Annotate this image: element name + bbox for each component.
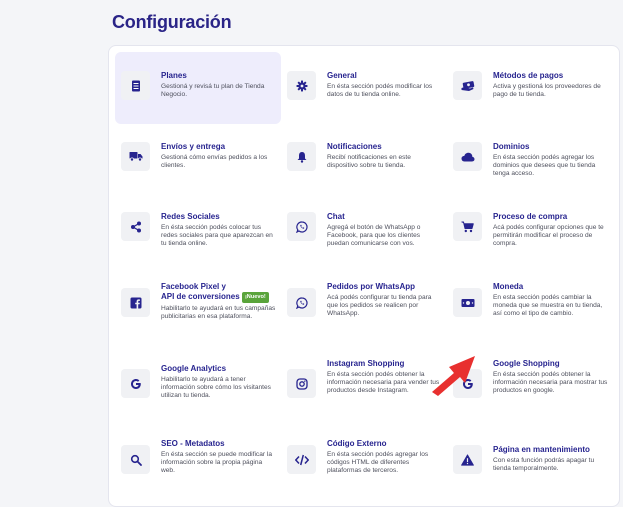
card-title: General xyxy=(327,71,357,80)
card-description: Habilitarlo te ayudará a tener informaci… xyxy=(161,375,271,399)
card-title: Moneda xyxy=(493,282,524,291)
card-description: En ésta sección podés colocar tus redes … xyxy=(161,223,273,247)
card-title: Chat xyxy=(327,212,345,221)
settings-card-notificaciones[interactable]: Notificaciones Recibí notificaciones en … xyxy=(281,123,447,195)
settings-card-pedidos-por-whatsapp[interactable]: Pedidos por WhatsApp Acá podés configura… xyxy=(281,263,447,335)
card-title: Proceso de compra xyxy=(493,212,568,221)
settings-card-general[interactable]: General En ésta sección podés modificar … xyxy=(281,52,447,124)
annotation-arrow-icon xyxy=(432,356,475,396)
settings-card-facebook-pixel[interactable]: Facebook Pixel y API de conversiones ¡Nu… xyxy=(115,263,281,335)
card-description: En ésta sección podés agregar los domini… xyxy=(493,153,596,177)
gear-icon xyxy=(287,71,316,100)
card-description: Acá podés configurar tu tienda para que … xyxy=(327,293,432,317)
card-title: Código Externo xyxy=(327,439,387,448)
card-description: En ésta sección podés agregar los código… xyxy=(327,450,429,474)
settings-card-codigo-externo[interactable]: Código Externo En ésta sección podés agr… xyxy=(281,420,447,492)
banknote-icon xyxy=(453,288,482,317)
card-title: Planes xyxy=(161,71,187,80)
card-description: Gestioná cómo envías pedidos a los clien… xyxy=(161,153,268,169)
settings-card-proceso-de-compra[interactable]: Proceso de compra Acá podés configurar o… xyxy=(447,193,613,265)
card-title-line-2: API de conversiones xyxy=(161,291,240,301)
card-description: Activa y gestioná los proveedores de pag… xyxy=(493,82,601,98)
settings-card-redes-sociales[interactable]: Redes Sociales En ésta sección podés col… xyxy=(115,193,281,265)
card-description: Gestioná y revisá tu plan de Tienda Nego… xyxy=(161,82,265,98)
card-title: Dominios xyxy=(493,142,530,151)
card-description: En esta sección podés cambiar la moneda … xyxy=(493,293,603,317)
card-description: En ésta sección se puede modificar la in… xyxy=(161,450,273,474)
document-list-icon xyxy=(121,71,150,100)
card-title: Notificaciones xyxy=(327,142,382,151)
card-description: Con esta función podrás apagar tu tienda… xyxy=(493,456,595,472)
card-description: Recibí notificaciones en este dispositiv… xyxy=(327,153,411,169)
card-title: Página en mantenimiento xyxy=(493,445,590,454)
settings-card-pagina-en-mantenimiento[interactable]: Página en mantenimiento Con esta función… xyxy=(447,426,613,498)
facebook-icon xyxy=(121,288,150,317)
warning-icon xyxy=(453,445,482,474)
card-description: En ésta sección podés modificar los dato… xyxy=(327,82,433,98)
card-title: Redes Sociales xyxy=(161,212,220,221)
card-description: Acá podés configurar opciones que te per… xyxy=(493,223,604,247)
cloud-icon xyxy=(453,142,482,171)
search-icon xyxy=(121,445,150,474)
money-hand-icon xyxy=(453,71,482,100)
card-description: En ésta sección podés obtener la informa… xyxy=(327,370,440,394)
settings-card-chat[interactable]: Chat Agregá el botón de WhatsApp o Faceb… xyxy=(281,193,447,265)
card-title: Métodos de pagos xyxy=(493,71,564,80)
card-title: Google Shopping xyxy=(493,359,560,368)
card-title: Google Analytics xyxy=(161,364,227,373)
settings-card-instagram-shopping[interactable]: Instagram Shopping En ésta sección podés… xyxy=(281,340,447,412)
bell-icon xyxy=(287,142,316,171)
card-title-line-1: Facebook Pixel y xyxy=(161,282,226,291)
truck-icon xyxy=(121,142,150,171)
card-description: Agregá el botón de WhatsApp o Facebook, … xyxy=(327,223,421,247)
whatsapp-icon xyxy=(287,212,316,241)
settings-card-moneda[interactable]: Moneda En esta sección podés cambiar la … xyxy=(447,263,613,335)
card-title: SEO - Metadatos xyxy=(161,439,225,448)
code-icon xyxy=(287,445,316,474)
card-title: Pedidos por WhatsApp xyxy=(327,282,415,291)
card-title: Envíos y entrega xyxy=(161,142,226,151)
settings-card-seo-metadatos[interactable]: SEO - Metadatos En ésta sección se puede… xyxy=(115,420,281,492)
settings-card-dominios[interactable]: Dominios En ésta sección podés agregar l… xyxy=(447,123,613,195)
settings-card-google-analytics[interactable]: Google Analytics Habilitarlo te ayudará … xyxy=(115,345,281,417)
settings-card-planes[interactable]: Planes Gestioná y revisá tu plan de Tien… xyxy=(115,52,281,124)
google-icon xyxy=(121,369,150,398)
card-description: En ésta sección podés obtener la informa… xyxy=(493,370,608,394)
share-icon xyxy=(121,212,150,241)
card-title: Instagram Shopping xyxy=(327,359,405,368)
settings-card-metodos-de-pagos[interactable]: Métodos de pagos Activa y gestioná los p… xyxy=(447,52,613,124)
card-description: Habilitarlo te ayudará en tus campañas p… xyxy=(161,305,276,321)
cart-icon xyxy=(453,212,482,241)
new-badge: ¡Nuevo! xyxy=(241,291,269,303)
instagram-icon xyxy=(287,369,316,398)
page-title: Configuración xyxy=(112,12,232,32)
settings-card-envios[interactable]: Envíos y entrega Gestioná cómo envías pe… xyxy=(115,123,281,195)
whatsapp-icon xyxy=(287,288,316,317)
